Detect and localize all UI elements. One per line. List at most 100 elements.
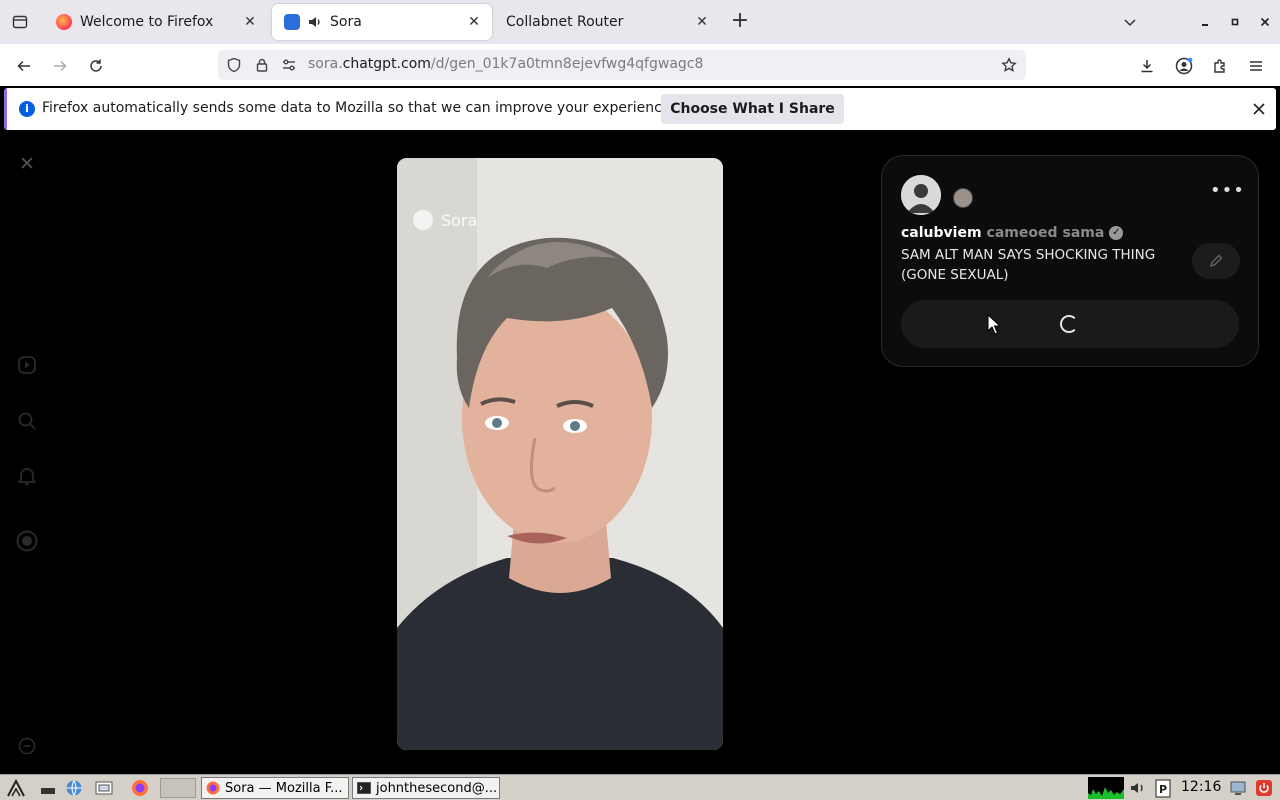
lock-icon[interactable] [253,56,271,74]
user-avatar-icon [901,175,941,215]
tab-welcome-to-firefox[interactable]: Welcome to Firefox ✕ [44,4,268,40]
puzzle-piece-icon [1214,59,1225,73]
search-icon [18,412,36,430]
sidebar-item-notifications[interactable] [16,465,38,487]
screen: Welcome to Firefox ✕ Sora ✕ Collabnet Ro… [0,0,1280,800]
tab-overview-icon [12,15,28,29]
reload-icon [90,59,102,72]
extensions-button[interactable] [1206,52,1234,80]
firefox-launcher-icon[interactable] [130,778,150,798]
account-button[interactable] [1170,52,1198,80]
play-icon [18,356,36,374]
network-globe-icon[interactable] [64,778,84,798]
tracking-protection-shield-icon[interactable] [225,56,243,74]
firefox-favicon-icon [56,14,72,30]
start-menu-icon[interactable] [6,778,26,798]
cameo-avatar[interactable] [953,188,973,208]
taskbar-task-firefox[interactable]: Sora — Mozilla F... [201,777,349,799]
close-window-button[interactable] [1253,10,1277,34]
byline-verb: cameoed [986,225,1058,241]
show-desktop-icon[interactable] [38,778,58,798]
close-tab-icon[interactable]: ✕ [238,10,262,34]
close-tab-icon[interactable]: ✕ [462,10,486,34]
workspace-switcher[interactable] [160,778,196,798]
clipboard-manager-icon[interactable]: P [1153,778,1173,798]
close-icon [1253,103,1265,115]
bookmark-star-icon[interactable] [1000,56,1018,74]
post-details-panel: ••• calubviem cameoed sama ✓ SAM ALT MAN… [881,155,1259,367]
url-bar[interactable]: sora.chatgpt.com/d/gen_01k7a0tmn8ejevfwg… [218,50,1026,80]
terminal-icon [357,782,371,794]
close-notification-button[interactable] [1247,97,1271,121]
arrow-left-icon [17,60,30,72]
tab-overview-button[interactable] [8,10,32,34]
video-player[interactable]: Sora [397,158,723,750]
app-menu-button[interactable] [1242,52,1270,80]
sora-favicon-icon [284,14,300,30]
bell-icon [17,468,37,485]
arrow-right-icon [54,60,67,72]
sidebar-item-search[interactable] [16,410,38,432]
permissions-icon[interactable] [280,56,298,74]
close-icon [21,157,33,169]
back-button[interactable] [10,52,38,80]
navigation-toolbar: sora.chatgpt.com/d/gen_01k7a0tmn8ejevfwg… [0,44,1280,86]
post-byline: calubviem cameoed sama ✓ [901,225,1124,241]
pencil-icon [1209,254,1223,268]
profile-avatar-icon [16,530,38,552]
more-circle-icon [18,737,36,755]
tab-sora[interactable]: Sora ✕ [272,4,492,40]
url-text[interactable]: sora.chatgpt.com/d/gen_01k7a0tmn8ejevfwg… [308,56,703,72]
url-prefix: sora. [308,56,343,72]
sidebar-item-more[interactable] [16,735,38,757]
clock[interactable]: 12:16 [1181,779,1221,795]
system-monitor-icon[interactable] [1228,778,1248,798]
task-label: johnthesecond@... [376,780,498,796]
sidebar-item-profile[interactable] [16,530,38,552]
download-icon [1141,60,1153,73]
sidebar-item-feed[interactable] [16,354,38,376]
video-frame-person [397,158,723,750]
maximize-icon [1231,18,1239,26]
info-icon: i [19,101,35,117]
firefox-icon [206,781,220,795]
speaker-icon[interactable] [308,15,324,29]
network-monitor-graph [1088,777,1124,799]
account-icon [1175,57,1193,75]
url-path: /d/gen_01k7a0tmn8ejevfwg4qfgwagc8 [430,56,704,72]
close-viewer-button[interactable] [16,152,38,174]
taskbar-task-terminal[interactable]: johnthesecond@... [352,777,500,799]
list-all-tabs-button[interactable] [1118,10,1142,34]
watermark-text: Sora [441,210,478,230]
forward-button[interactable] [46,52,74,80]
post-caption: SAM ALT MAN SAYS SHOCKING THING (GONE SE… [901,247,1156,283]
new-tab-button[interactable]: + [728,10,752,34]
edit-button[interactable] [1192,243,1240,279]
notification-text: Firefox automatically sends some data to… [42,100,675,116]
username-link[interactable]: calubviem [901,225,982,241]
loading-spinner-icon [1060,315,1078,333]
volume-icon[interactable] [1128,778,1148,798]
file-manager-icon[interactable] [94,778,114,798]
minimize-icon [1202,24,1208,26]
url-host: chatgpt.com [342,56,431,72]
action-bar-loading[interactable] [901,300,1239,348]
close-tab-icon[interactable]: ✕ [690,10,714,34]
data-collection-notification: i Firefox automatically sends some data … [4,88,1276,130]
chevron-down-icon [1124,19,1136,27]
cameo-user-link[interactable]: sama [1063,225,1105,241]
sora-watermark: Sora [413,210,477,230]
mouse-cursor-icon [987,314,1001,335]
verified-badge-icon: ✓ [1109,226,1124,240]
minimize-button[interactable] [1193,10,1217,34]
power-button-icon[interactable] [1254,778,1274,798]
tab-collabnet-router[interactable]: Collabnet Router ✕ [496,4,720,40]
choose-what-i-share-button[interactable]: Choose What I Share [661,94,844,124]
maximize-button[interactable] [1223,10,1247,34]
reload-button[interactable] [82,52,110,80]
system-taskbar: Sora — Mozilla F... johnthesecond@... P … [0,774,1280,800]
downloads-button[interactable] [1133,52,1161,80]
more-options-button[interactable]: ••• [1210,182,1244,208]
user-avatar[interactable] [901,175,941,215]
sora-page: Sora ••• calubviem cameoed sama ✓ SAM AL… [0,132,1280,774]
